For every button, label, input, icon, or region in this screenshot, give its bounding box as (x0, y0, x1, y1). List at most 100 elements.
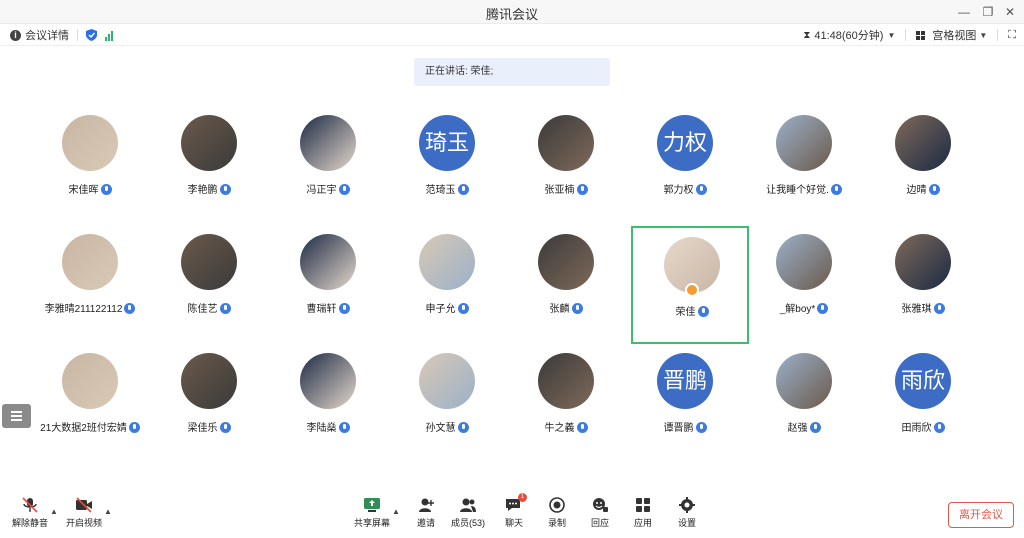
participant-tile[interactable]: 孙文慧 (388, 353, 506, 471)
participant-tile[interactable]: 李雅晴211122112 (31, 234, 149, 352)
participant-name-row: 郭力权 (626, 181, 744, 196)
microphone-status-icon (576, 422, 588, 433)
start-video-button[interactable]: 开启视频 (60, 497, 108, 529)
participant-tile[interactable]: 李艳鹏 (150, 115, 268, 233)
video-off-icon (76, 497, 92, 513)
participant-tile[interactable]: 边晴 (864, 115, 982, 233)
participant-tile[interactable]: 曹瑞轩 (269, 234, 387, 352)
participant-tile[interactable]: _解boy* (745, 234, 863, 352)
participant-name: 张雅琪 (901, 304, 932, 315)
avatar (419, 234, 475, 290)
share-screen-button[interactable]: 共享屏幕 (348, 497, 396, 529)
apps-icon (636, 498, 650, 512)
participant-tile[interactable]: 李陆燊 (269, 353, 387, 471)
participant-tile[interactable]: 张雅琪 (864, 234, 982, 352)
participant-tile[interactable]: 晋鹏 谭晋鹏 (626, 353, 744, 471)
settings-button[interactable]: 设置 (663, 497, 711, 529)
participant-tile[interactable]: 力权郭力权 (626, 115, 744, 233)
gear-icon (679, 497, 695, 513)
reaction-icon (593, 498, 608, 512)
participant-tile[interactable]: 荣佳 (631, 226, 749, 344)
invite-icon (419, 498, 434, 512)
microphone-status-icon (457, 184, 469, 195)
fullscreen-icon[interactable]: ⛶ (1008, 29, 1016, 42)
participant-name: 郭力权 (663, 185, 694, 196)
participant-tile[interactable]: 张麟 (507, 234, 625, 352)
microphone-status-icon (219, 422, 231, 433)
apps-button[interactable]: 应用 (619, 497, 667, 529)
avatar: 力权 (657, 115, 713, 171)
participant-tile[interactable]: 张亚楠 (507, 115, 625, 233)
microphone-status-icon (933, 422, 945, 433)
participant-name: 张麟 (549, 304, 570, 315)
participant-tile[interactable]: 申子允 (388, 234, 506, 352)
record-label: 录制 (547, 518, 566, 528)
avatar (419, 353, 475, 409)
participant-name: _解boy* (779, 304, 816, 315)
invite-button[interactable]: 邀请 (402, 497, 450, 529)
playback-button[interactable]: 回应 (576, 497, 624, 529)
microphone-status-icon (338, 422, 350, 433)
leave-meeting-button[interactable]: 离开会议 (948, 502, 1014, 528)
record-button[interactable]: 录制 (533, 497, 581, 529)
microphone-status-icon (124, 303, 136, 314)
chevron-up-icon[interactable]: ▲ (50, 507, 58, 516)
signal-strength-icon[interactable] (105, 30, 113, 41)
side-panel-toggle-button[interactable] (2, 404, 31, 428)
unmute-button[interactable]: 解除静音 (6, 497, 54, 529)
participant-name: 谭晋鹏 (663, 423, 694, 434)
microphone-status-icon (571, 303, 583, 314)
participant-tile[interactable]: 琦玉 范琦玉 (388, 115, 506, 233)
share-screen-icon (364, 498, 380, 512)
restore-icon[interactable]: ❐ (978, 2, 998, 22)
chat-button[interactable]: 1 聊天 (490, 493, 538, 529)
microphone-status-icon (817, 303, 829, 314)
minimize-icon[interactable]: — (954, 2, 974, 22)
microphone-status-icon (338, 303, 350, 314)
speaking-indicator: 正在讲话: 荣佳; (414, 58, 610, 86)
participant-name-row: 21大数据2班付宏婧 (31, 419, 149, 434)
participant-tile[interactable]: 让我睡个好觉. (745, 115, 863, 233)
avatar (895, 115, 951, 171)
participant-tile[interactable]: 宋佳晖 (31, 115, 149, 233)
hourglass-icon: ⧗ (803, 29, 811, 41)
view-mode-button[interactable]: 宫格视图 ▼ (916, 27, 987, 43)
participant-tile[interactable]: 梁佳乐 (150, 353, 268, 471)
close-icon[interactable]: ✕ (1000, 2, 1020, 22)
participant-name-row: 牛之義 (507, 419, 625, 434)
members-button[interactable]: 成员(53) (444, 497, 492, 529)
participant-name-row: 张麟 (507, 300, 625, 315)
participant-tile[interactable]: 陈佳艺 (150, 234, 268, 352)
participant-name: 荣佳 (675, 307, 696, 318)
participant-name: 曹瑞轩 (306, 304, 337, 315)
participant-name: 梁佳乐 (187, 423, 218, 434)
participant-name-row: 田雨欣 (864, 419, 982, 434)
participant-tile[interactable]: 冯正宇 (269, 115, 387, 233)
chevron-up-icon[interactable]: ▲ (104, 507, 112, 516)
participant-tile[interactable]: 牛之義 (507, 353, 625, 471)
participant-name-row: 张亚楠 (507, 181, 625, 196)
avatar (776, 353, 832, 409)
avatar (300, 353, 356, 409)
shield-icon[interactable] (86, 29, 97, 41)
participant-name-row: 孙文慧 (388, 419, 506, 434)
avatar (895, 234, 951, 290)
participant-name-row: 李雅晴211122112 (31, 300, 149, 315)
avatar (181, 115, 237, 171)
microphone-status-icon (928, 184, 940, 195)
participant-tile[interactable]: 21大数据2班付宏婧 (31, 353, 149, 471)
info-icon: i (10, 29, 21, 41)
participant-tile[interactable]: 赵强 (745, 353, 863, 471)
meeting-timer[interactable]: ⧗ 41:48(60分钟) ▼ (803, 27, 895, 43)
microphone-status-icon (695, 184, 707, 195)
members-label: 成员(53) (450, 518, 485, 528)
participant-tile[interactable]: 雨欣 田雨欣 (864, 353, 982, 471)
host-badge-icon (685, 283, 699, 297)
avatar (300, 234, 356, 290)
meeting-details-button[interactable]: i 会议详情 (10, 27, 69, 43)
participant-name-row: 范琦玉 (388, 181, 506, 196)
participant-name: 牛之義 (544, 423, 575, 434)
meeting-details-label: 会议详情 (25, 30, 69, 42)
chevron-up-icon[interactable]: ▲ (392, 507, 400, 516)
invite-label: 邀请 (416, 518, 435, 528)
